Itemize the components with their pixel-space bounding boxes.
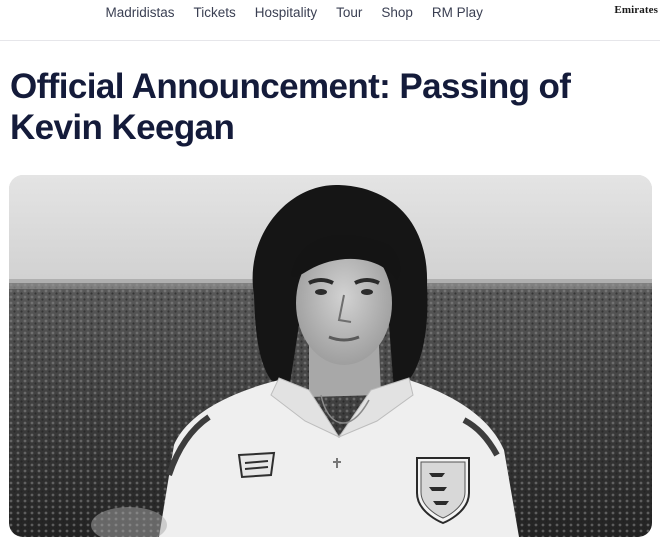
- kit-maker-badge-icon: [237, 451, 276, 479]
- nav-menu: Madridistas Tickets Hospitality Tour Sho…: [96, 5, 492, 21]
- article-title: Official Announcement: Passing of Kevin …: [10, 67, 571, 147]
- top-navigation: Madridistas Tickets Hospitality Tour Sho…: [0, 0, 660, 41]
- nav-item-shop[interactable]: Shop: [372, 5, 423, 21]
- article-hero-photo: [9, 175, 652, 537]
- nav-item-hospitality[interactable]: Hospitality: [245, 5, 326, 21]
- sponsor-logo[interactable]: Emirates: [614, 4, 658, 16]
- nav-item-tour[interactable]: Tour: [327, 5, 372, 21]
- nav-item-madridistas[interactable]: Madridistas: [96, 5, 184, 21]
- nav-item-rm-play[interactable]: RM Play: [422, 5, 492, 21]
- nav-item-tickets[interactable]: Tickets: [184, 5, 245, 21]
